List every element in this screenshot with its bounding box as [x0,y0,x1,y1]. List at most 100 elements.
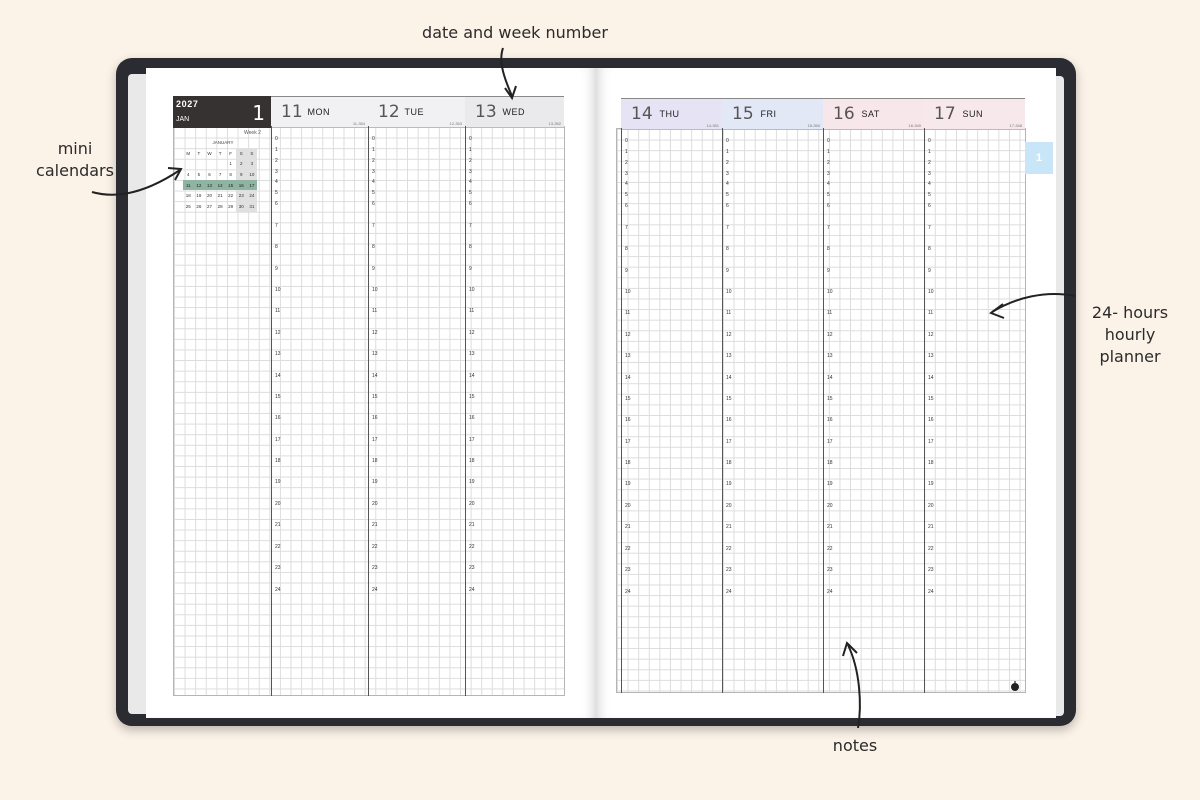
hour-label: 2 [275,158,278,164]
hour-label: 10 [928,289,934,295]
day-name: WED [502,107,525,117]
hour-label: 12 [625,332,631,338]
hour-label: 0 [827,138,830,144]
hour-label: 15 [827,396,833,402]
hour-label: 23 [275,565,281,571]
mini-calendar-weekday: T [218,150,222,156]
hour-label: 18 [469,458,475,464]
hour-label: 24 [275,587,281,593]
hour-label: 11 [469,308,475,314]
hour-label: 24 [372,587,378,593]
day-of-year-counter: 12-353 [449,121,462,126]
hour-label: 17 [372,437,378,443]
week-label: Week 2 [244,130,261,136]
mini-calendar-weekday: T [197,150,201,156]
mini-calendar-weekday: S [246,148,258,159]
hour-label: 9 [827,268,830,274]
hour-label: 19 [469,479,475,485]
mini-calendar-day: 3 [246,158,258,170]
mini-calendar-day [183,159,194,170]
hour-label: 3 [275,169,278,175]
hour-label: 12 [928,332,934,338]
hour-label: 1 [726,149,729,155]
hour-label: 19 [726,481,732,487]
hour-label: 8 [928,246,931,252]
hour-label: 19 [827,481,833,487]
planner-grid-right [616,128,1026,693]
hour-label: 11 [372,308,378,314]
hour-label: 17 [827,439,833,445]
hour-label: 22 [726,546,732,552]
hour-label: 5 [469,190,472,196]
day-header-sun: 17 SUN 17-348 [924,98,1025,130]
hour-label: 21 [928,524,934,530]
mini-calendar-day [194,159,205,170]
hour-label: 3 [726,171,729,177]
mini-calendar-day: 22 [228,193,234,199]
hour-label: 2 [928,160,931,166]
callout-hourly-planner: 24- hours hourly planner [1075,302,1185,368]
mini-calendar-day: 9 [235,169,247,180]
hour-label: 1 [625,149,628,155]
hour-label: 15 [275,394,281,400]
hour-label: 11 [275,308,281,314]
month-number: 1 [252,101,265,125]
mini-calendar-day: 6 [208,171,211,177]
month-tab[interactable]: 1 [1025,142,1053,174]
hour-label: 5 [827,192,830,198]
hour-label: 5 [726,192,729,198]
callout-line: hourly [1104,325,1156,344]
hour-label: 18 [275,458,281,464]
hour-label: 22 [275,544,281,550]
hour-label: 9 [372,266,375,272]
day-of-year-counter: 15-350 [807,123,820,128]
mini-calendar-weekday: W [207,150,212,156]
hour-label: 4 [827,181,830,187]
day-header-thu: 14 THU 14-351 [621,98,722,130]
hour-label: 6 [928,203,931,209]
hour-label: 11 [827,310,833,316]
hour-label: 18 [726,460,732,466]
mini-calendar-day: 13 [204,179,215,191]
callout-mini-calendars: mini calendars [30,138,120,182]
hour-label: 13 [928,353,934,359]
hour-label: 9 [469,266,472,272]
mini-calendar-title: JANUARY [212,140,234,145]
hour-label: 0 [726,138,729,144]
left-page: 2027 JAN 1 Week 2 JANUARY MTWTFSS1234567… [146,68,596,718]
mini-calendar-day: 23 [235,190,247,201]
hour-label: 21 [372,522,378,528]
mini-calendar-day: 2 [235,158,247,170]
hour-label: 22 [372,544,378,550]
hour-label: 21 [469,522,475,528]
hour-label: 1 [827,149,830,155]
mini-calendar-day: 31 [246,200,258,212]
mini-calendar-day: 27 [206,203,212,209]
day-header-tue: 12 TUE 12-353 [368,96,465,128]
callout-line: 24- hours [1091,303,1169,322]
mini-calendar-day: 8 [229,171,232,177]
hour-label: 5 [372,190,375,196]
mini-calendar-day: 29 [228,203,234,209]
hour-label: 18 [625,460,631,466]
hour-label: 10 [469,287,475,293]
hour-label: 16 [928,417,934,423]
day-column-separator [823,128,824,693]
hour-label: 23 [625,567,631,573]
hour-label: 15 [726,396,732,402]
day-number: 13 [475,102,497,122]
day-header-fri: 15 FRI 15-350 [722,98,823,130]
hour-label: 13 [469,351,475,357]
hour-label: 7 [928,225,931,231]
mini-calendar-weekday: S [235,148,247,159]
hour-label: 24 [726,589,732,595]
hour-label: 19 [275,479,281,485]
hour-label: 8 [275,244,278,250]
hour-label: 13 [625,353,631,359]
callout-notes: notes [832,736,878,755]
hour-label: 23 [469,565,475,571]
hour-label: 2 [625,160,628,166]
callout-line: planner [1099,347,1161,366]
mini-calendar-weekday: F [229,150,233,156]
hour-label: 12 [726,332,732,338]
